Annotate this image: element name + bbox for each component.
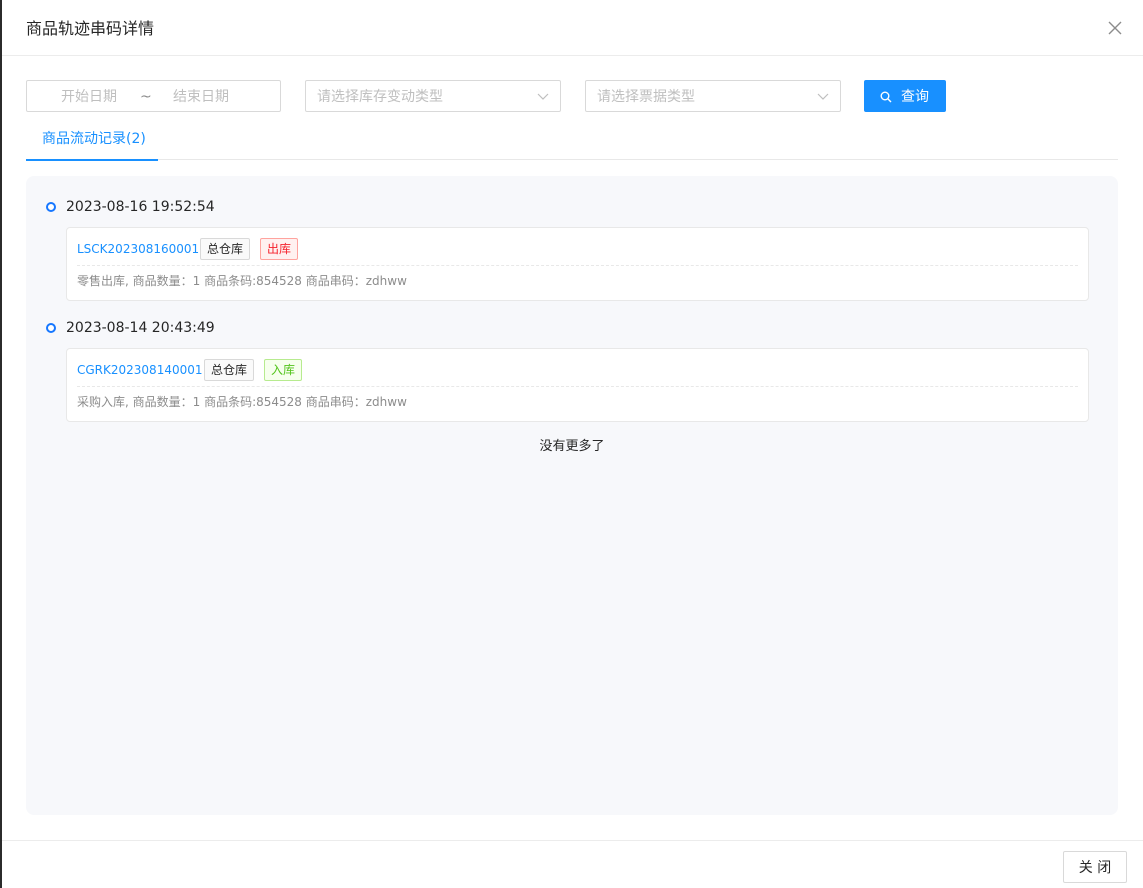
card-header: CGRK202308140001 总仓库 入库	[67, 349, 1088, 386]
direction-tag: 出库	[260, 238, 299, 260]
modal-footer: 关 闭	[2, 840, 1143, 888]
timeline-dot	[46, 202, 56, 212]
select-placeholder: 请选择票据类型	[597, 89, 695, 105]
select-placeholder: 请选择库存变动类型	[317, 89, 443, 105]
modal-dialog: 商品轨迹串码详情 开始日期 ~ 结束日期 请选择库存变动类型 请选择票据类型 查…	[2, 0, 1143, 888]
modal-title: 商品轨迹串码详情	[26, 19, 155, 38]
record-description: 采购入库, 商品数量：1 商品条码:854528 商品串码：zdhww	[77, 395, 407, 409]
card-divider	[77, 265, 1078, 266]
tab-label: 商品流动记录(2)	[42, 131, 146, 147]
chevron-down-icon	[817, 90, 829, 102]
chevron-down-icon	[537, 90, 549, 102]
modal-header: 商品轨迹串码详情	[2, 0, 1143, 56]
close-icon[interactable]	[1107, 20, 1123, 36]
tab-ink-bar	[26, 159, 158, 161]
search-icon	[880, 90, 892, 103]
record-description: 零售出库, 商品数量：1 商品条码:854528 商品串码：zdhww	[77, 274, 407, 288]
date-range-separator: ~	[140, 89, 152, 105]
doc-number-link[interactable]: CGRK202308140001	[77, 362, 203, 378]
date-range-picker[interactable]: 开始日期 ~ 结束日期	[26, 80, 281, 112]
tab-bar: 商品流动记录(2)	[26, 122, 1118, 161]
doc-number-link[interactable]: LSCK202308160001	[77, 241, 199, 257]
filter-row: 开始日期 ~ 结束日期 请选择库存变动类型 请选择票据类型 查询	[2, 80, 1143, 112]
timeline-time: 2023-08-16 19:52:54	[66, 199, 215, 215]
card-divider	[77, 386, 1078, 387]
stock-change-type-select[interactable]: 请选择库存变动类型	[305, 80, 561, 112]
date-end-input[interactable]: 结束日期	[173, 88, 229, 106]
bill-type-select[interactable]: 请选择票据类型	[585, 80, 841, 112]
timeline-time: 2023-08-14 20:43:49	[66, 320, 215, 336]
record-card: CGRK202308140001 总仓库 入库 采购入库, 商品数量：1 商品条…	[66, 348, 1089, 422]
warehouse-tag: 总仓库	[204, 359, 255, 381]
list-end-text: 没有更多了	[539, 439, 605, 454]
warehouse-tag: 总仓库	[200, 238, 251, 260]
timeline-dot	[46, 323, 56, 333]
query-button[interactable]: 查询	[864, 80, 946, 112]
timeline-panel: 2023-08-16 19:52:54 LSCK202308160001 总仓库…	[26, 176, 1118, 815]
tab-flow-records[interactable]: 商品流动记录(2)	[26, 122, 158, 161]
close-button[interactable]: 关 闭	[1063, 851, 1127, 883]
record-card: LSCK202308160001 总仓库 出库 零售出库, 商品数量：1 商品条…	[66, 227, 1089, 301]
card-header: LSCK202308160001 总仓库 出库	[67, 228, 1088, 265]
direction-tag: 入库	[264, 359, 303, 381]
query-button-label: 查询	[901, 88, 929, 104]
date-start-input[interactable]: 开始日期	[61, 88, 117, 106]
